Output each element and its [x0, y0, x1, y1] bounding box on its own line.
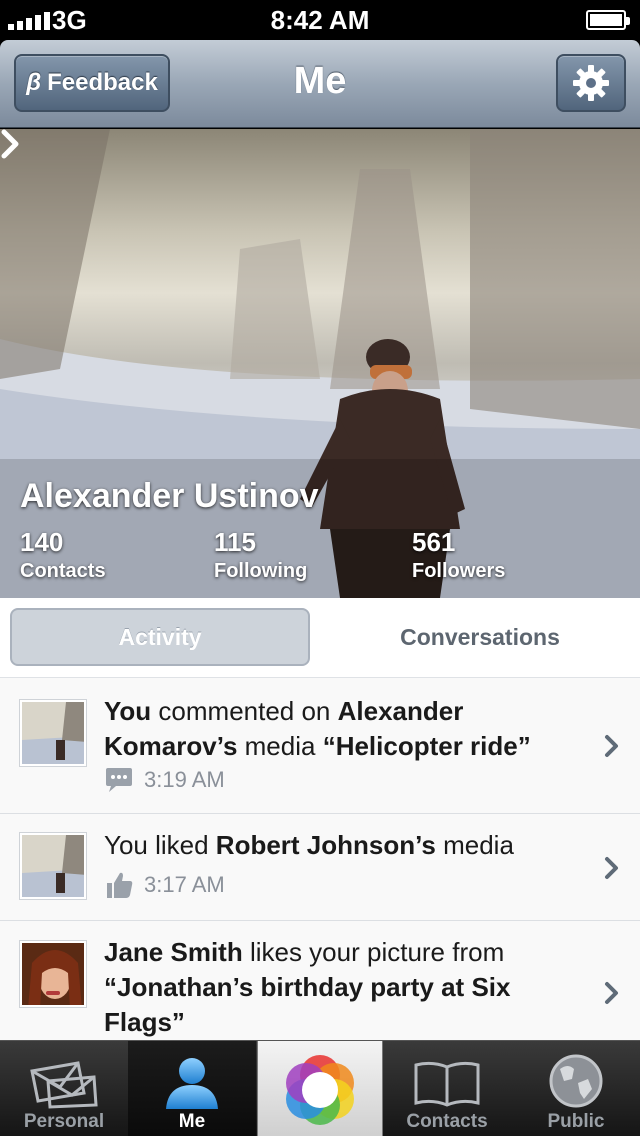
contacts-count: 140 [20, 527, 64, 557]
tab-contacts-label: Contacts [406, 1111, 488, 1132]
thumbs-up-icon [107, 872, 133, 898]
activity-feed: You commented on Alexander Komarov’s med… [0, 678, 640, 1040]
feed-item-time: 3:19 AM [144, 767, 225, 792]
profile-cover[interactable]: Alexander Ustinov 140 Contacts 115 Follo… [0, 129, 640, 598]
following-stat[interactable]: 115 Following [214, 527, 307, 583]
person-icon [166, 1058, 218, 1109]
following-count: 115 [214, 527, 256, 557]
feed-item-text: You liked Robert Johnson’s media [104, 830, 514, 860]
tab-conversations[interactable]: Conversations [330, 608, 630, 666]
tab-contacts[interactable]: Contacts [383, 1041, 511, 1136]
chevron-right-icon [605, 735, 618, 757]
media-thumbnail [20, 833, 86, 899]
battery-icon [586, 10, 630, 30]
contacts-stat[interactable]: 140 Contacts [20, 527, 106, 583]
contacts-label: Contacts [20, 560, 106, 582]
tab-activity[interactable]: Activity [10, 608, 310, 666]
tab-personal-label: Personal [23, 1111, 105, 1132]
envelopes-icon [30, 1061, 98, 1109]
tab-bar: Personal Me Contacts Public [0, 1040, 640, 1136]
feed-item-meta: 3:19 AM [104, 766, 225, 794]
media-thumbnail [20, 700, 86, 766]
followers-label: Followers [412, 560, 506, 582]
chevron-right-icon[interactable] [0, 129, 20, 159]
tab-public-label: Public [547, 1111, 605, 1132]
status-bar: 3G 8:42 AM [0, 0, 640, 40]
profile-name: Alexander Ustinov [20, 477, 319, 515]
tab-center-action[interactable] [257, 1041, 383, 1136]
feed-item-meta: 3:17 AM [104, 870, 225, 900]
navigation-bar: β Feedback Me [0, 40, 640, 128]
gear-icon [573, 65, 609, 101]
segmented-tabs: Activity Conversations [0, 598, 640, 678]
feed-item-text: You commented on Alexander Komarov’s med… [104, 696, 531, 761]
tab-public[interactable]: Public [512, 1041, 640, 1136]
status-time: 8:42 AM [270, 5, 370, 35]
tab-me-label: Me [178, 1111, 206, 1132]
globe-icon [549, 1054, 603, 1108]
book-icon [414, 1061, 480, 1107]
avatar [20, 941, 86, 1007]
page-title: Me [293, 60, 347, 102]
feed-item-text: Jane Smith likes your picture from “Jona… [104, 937, 511, 1037]
feed-item[interactable]: You liked Robert Johnson’s media 3:17 AM [0, 814, 640, 921]
feed-item[interactable]: You commented on Alexander Komarov’s med… [0, 678, 640, 814]
settings-button[interactable] [556, 54, 626, 112]
feed-item-time: 3:17 AM [144, 872, 225, 897]
followers-stat[interactable]: 561 Followers [412, 527, 505, 583]
comment-icon [106, 768, 132, 792]
chevron-right-icon [605, 857, 618, 879]
chevron-right-icon [605, 982, 618, 1004]
tab-personal[interactable]: Personal [0, 1041, 128, 1136]
feed-item[interactable]: Jane Smith likes your picture from “Jona… [0, 921, 640, 1040]
followers-count: 561 [412, 527, 456, 557]
tab-me[interactable]: Me [128, 1041, 256, 1136]
following-label: Following [214, 560, 308, 582]
color-ring-icon [286, 1055, 354, 1125]
